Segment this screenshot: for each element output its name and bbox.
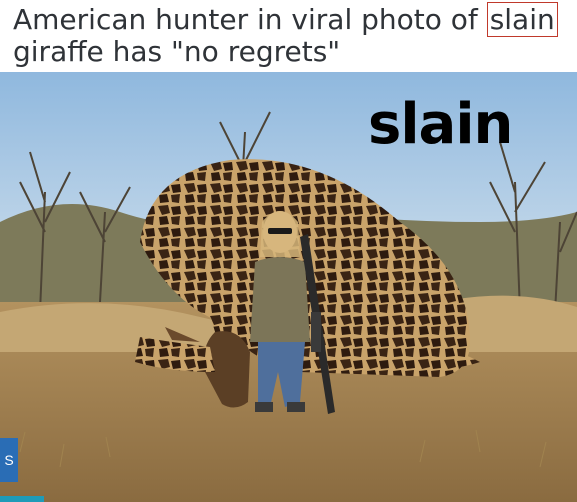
side-share-tab[interactable]: S (0, 438, 18, 482)
headline-text-before: American hunter in viral photo of (13, 3, 487, 36)
headline-highlighted-word: slain (486, 2, 558, 37)
hunter-giraffe-photo: slain (0, 72, 577, 502)
side-tab-label: S (4, 452, 14, 468)
side-tab-bar (0, 496, 44, 502)
headline-text-after: giraffe has "no regrets" (13, 35, 341, 68)
overlay-caption-word: slain (368, 92, 513, 157)
article-headline: American hunter in viral photo of slain … (13, 2, 573, 68)
